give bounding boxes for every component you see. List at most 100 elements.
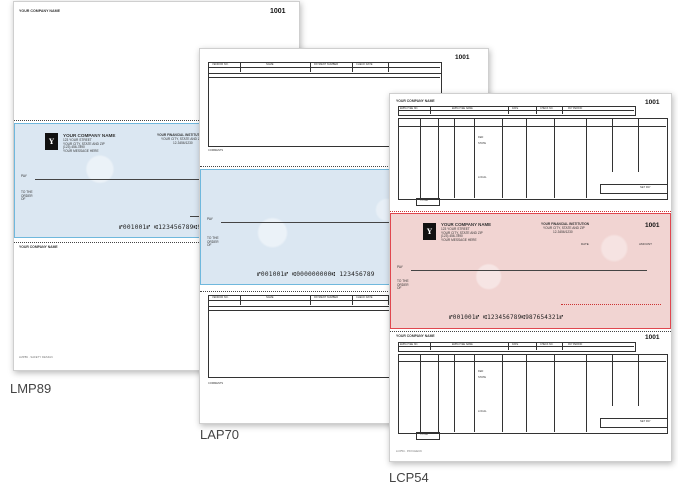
micr-line: ⑈001001⑈ ⑆123456789⑆987654321⑈ — [449, 314, 564, 321]
stub-row-label: TOTAL — [420, 433, 429, 436]
footer-code: LCP54 · PAYCHECK — [396, 449, 423, 453]
table-rule — [586, 354, 587, 432]
pay-label: PAY — [21, 174, 27, 178]
stub-header: DATE — [512, 342, 519, 346]
stub-row-label: LOCAL — [478, 410, 487, 413]
caption-lap70: LAP70 — [200, 427, 240, 442]
stub-header: EMPLOYEE NO. — [400, 342, 419, 346]
table-rule — [454, 354, 455, 432]
company-logo-icon: Y — [423, 223, 436, 240]
stub-header: NAME — [266, 296, 274, 299]
table-rule — [562, 342, 563, 350]
net-pay-label: NET PAY — [640, 420, 651, 423]
stub-header: NAME — [266, 63, 274, 66]
table-rule — [208, 77, 440, 78]
comments-label: COMMENTS — [208, 382, 224, 385]
table-rule — [526, 118, 527, 198]
stub-row-label: FED — [478, 370, 484, 373]
table-rule — [454, 118, 455, 198]
check-number: 1001 — [645, 99, 660, 106]
lcp54-sheet[interactable]: YOUR COMPANY NAME 1001 EMPLOYEE NO. EMPL… — [389, 93, 672, 462]
table-rule — [638, 354, 639, 406]
table-rule — [508, 342, 509, 350]
caption-lmp89: LMP89 — [10, 381, 52, 396]
table-rule — [310, 62, 311, 72]
table-rule — [554, 118, 555, 198]
check-number: 1001 — [270, 8, 286, 15]
pay-label: PAY — [207, 217, 213, 221]
stub-header: PAYMENT NUMBER — [314, 63, 339, 66]
stub-header: VENDOR NO. — [212, 296, 229, 299]
stub-header: CHECK NO. — [540, 106, 554, 110]
company-header: YOUR COMPANY NAME — [396, 334, 435, 338]
company-logo-icon: Y — [45, 133, 58, 150]
comments-label: COMMENTS — [208, 149, 224, 152]
stub-header: EMPLOYEE NO. — [400, 106, 419, 110]
net-pay-label: NET PAY — [640, 186, 651, 189]
company-message: YOUR MESSAGE HERE — [441, 237, 477, 242]
table-rule — [240, 295, 241, 305]
stub-header: EMPLOYEE NAME — [452, 342, 473, 346]
perforation-line — [390, 331, 671, 332]
signature-line — [561, 304, 661, 305]
stub-header: PAY PERIOD — [568, 106, 583, 110]
stub-header: CHECK DATE — [356, 63, 373, 66]
table-rule — [474, 354, 475, 432]
table-rule — [612, 118, 613, 172]
stub-row-label: LOCAL — [478, 176, 487, 179]
check-face: Y YOUR COMPANY NAME 123 YOUR STREET YOUR… — [390, 213, 671, 329]
stub-row-label: STATE — [478, 142, 486, 145]
bottom-company-name: YOUR COMPANY NAME — [19, 245, 58, 249]
stub-header: DATE — [512, 106, 519, 110]
table-rule — [502, 354, 503, 432]
table-rule — [612, 354, 613, 406]
date-label: DATE — [581, 242, 589, 246]
table-rule — [536, 342, 537, 350]
table-rule — [352, 62, 353, 72]
bank-routing: 12-3456/1230 — [173, 141, 193, 145]
table-rule — [430, 106, 431, 114]
net-pay-box — [600, 418, 668, 428]
table-rule — [388, 62, 389, 72]
table-rule — [438, 118, 439, 198]
of-label: OF — [397, 286, 402, 291]
perforation-line — [390, 211, 671, 212]
of-label: OF — [21, 197, 26, 202]
check-face-number: 1001 — [645, 222, 660, 229]
table-rule — [438, 354, 439, 432]
table-rule — [420, 118, 421, 198]
of-label: OF — [207, 243, 212, 248]
amount-label: AMOUNT — [639, 242, 652, 246]
company-header: YOUR COMPANY NAME — [19, 9, 60, 13]
stub-header: CHECK NO. — [540, 342, 554, 346]
table-rule — [352, 295, 353, 305]
table-rule — [554, 354, 555, 432]
stub-header: EMPLOYEE NAME — [452, 106, 473, 110]
micr-line: ⑈001001⑈ ⑆000000000⑆ 123456789 — [257, 271, 375, 278]
table-rule — [508, 106, 509, 114]
stub-header: CHECK DATE — [356, 296, 373, 299]
table-rule — [420, 354, 421, 432]
footer-code: LMP89 · SAFETY DESIGN — [19, 355, 53, 359]
stub-header: PAY PERIOD — [568, 342, 583, 346]
pay-line — [411, 270, 647, 271]
table-rule — [536, 106, 537, 114]
company-message: YOUR MESSAGE HERE — [63, 148, 99, 153]
stub-row-label: TOTAL — [420, 199, 429, 202]
table-rule — [502, 118, 503, 198]
bank-routing: 12-3456/1230 — [553, 230, 573, 234]
table-rule — [562, 106, 563, 114]
net-pay-box — [600, 184, 668, 194]
pay-label: PAY — [397, 265, 403, 269]
check-number: 1001 — [645, 334, 660, 341]
table-rule — [586, 118, 587, 198]
company-header: YOUR COMPANY NAME — [396, 99, 435, 103]
table-rule — [208, 67, 440, 68]
table-rule — [638, 118, 639, 172]
table-rule — [430, 342, 431, 350]
stub-header: VENDOR NO. — [212, 63, 229, 66]
stub-row-label: FED — [478, 136, 484, 139]
stub-row-label: STATE — [478, 376, 486, 379]
stub-header: PAYMENT NUMBER — [314, 296, 339, 299]
table-rule — [240, 62, 241, 72]
